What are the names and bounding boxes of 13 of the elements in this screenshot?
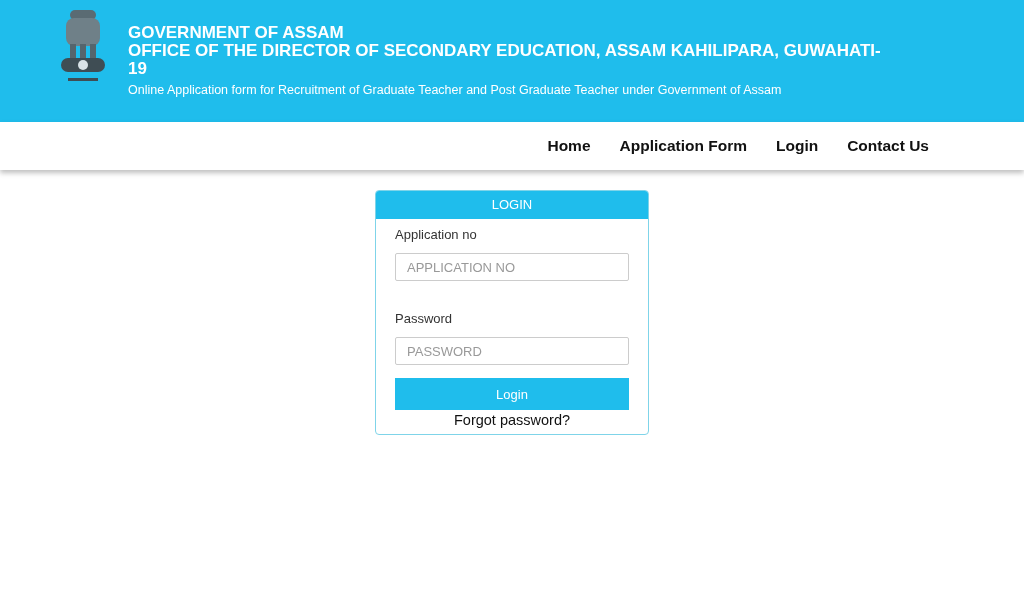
office-title: OFFICE OF THE DIRECTOR OF SECONDARY EDUCATION, ASSAM KAHILIPARA, GUWAHATI-19 xyxy=(128,42,882,78)
field-label: Application no xyxy=(395,227,478,242)
nav-link[interactable]: Login xyxy=(776,137,819,155)
site-subtitle: Online Application form for Recruitment of Graduate Teacher and Post Graduate Teacher under Government of Assam xyxy=(128,83,783,97)
nav-link[interactable]: Application Form xyxy=(619,137,747,155)
nav-link[interactable]: Contact Us xyxy=(847,137,929,155)
nav-link[interactable]: Home xyxy=(547,137,591,155)
government-title: GOVERNMENT OF ASSAM xyxy=(128,24,345,42)
field-label: Password xyxy=(395,311,454,326)
password-field[interactable]: PASSWORD xyxy=(395,337,629,365)
login-heading: LOGIN xyxy=(376,191,648,219)
application-no-field[interactable]: APPLICATION NO xyxy=(395,253,629,281)
forgot-password-link[interactable]: Forgot password? xyxy=(453,412,571,428)
